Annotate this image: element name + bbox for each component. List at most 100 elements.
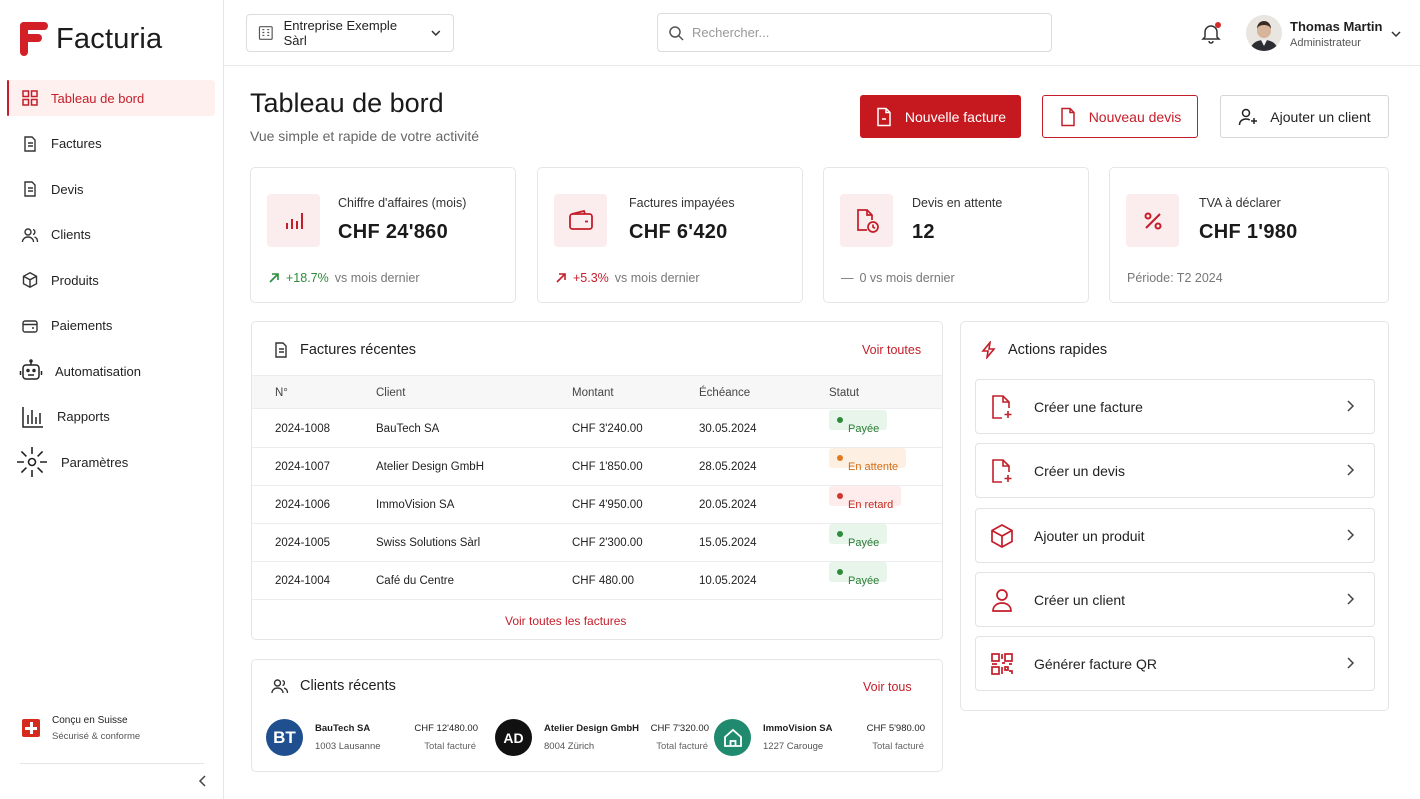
sidebar-item-produits[interactable]: Produits bbox=[7, 262, 215, 298]
stat-card-unpaid: Factures impayées CHF 6'420 +5.3% vs moi… bbox=[537, 167, 803, 303]
col-amount[interactable]: Montant bbox=[572, 376, 614, 410]
search-input[interactable] bbox=[692, 25, 1032, 40]
client-initials: BT bbox=[273, 727, 296, 747]
wallet-icon bbox=[22, 319, 38, 333]
lightning-icon bbox=[981, 341, 996, 359]
user-name[interactable]: Thomas Martin bbox=[1290, 19, 1382, 34]
view-all-invoices-link[interactable]: Voir toutes bbox=[862, 343, 921, 357]
client-city: 8004 Zürich bbox=[544, 741, 595, 752]
page-subtitle: Vue simple et rapide de votre activité bbox=[250, 128, 480, 144]
new-quote-label: Nouveau devis bbox=[1088, 108, 1182, 125]
panel-title-text: Factures récentes bbox=[300, 342, 417, 358]
client-city: 1003 Lausanne bbox=[315, 741, 381, 752]
quick-actions-panel: Actions rapides Créer une facture Créer … bbox=[960, 321, 1389, 711]
building-icon bbox=[258, 26, 273, 40]
status-badge: En retard bbox=[829, 486, 902, 511]
sidebar-item-label: Clients bbox=[51, 227, 91, 242]
sidebar-item-devis[interactable]: Devis bbox=[7, 171, 215, 207]
client-card[interactable]: BT BauTech SA 1003 Lausanne CHF 12'480.0… bbox=[266, 717, 478, 757]
document-icon bbox=[24, 135, 36, 152]
page-title: Tableau de bord bbox=[250, 88, 444, 118]
wallet-icon bbox=[568, 209, 593, 230]
sidebar-item-automatisation[interactable]: Automatisation bbox=[7, 353, 215, 389]
table-row[interactable]: 2024-1008 BauTech SA CHF 3'240.00 30.05.… bbox=[252, 410, 942, 448]
stat-icon-box bbox=[267, 194, 320, 247]
user-avatar[interactable] bbox=[1246, 15, 1282, 51]
company-selector[interactable]: Entreprise Exemple Sàrl bbox=[246, 14, 454, 52]
col-status[interactable]: Statut bbox=[829, 376, 859, 410]
chevron-left-icon[interactable] bbox=[196, 774, 210, 788]
client-name: BauTech SA bbox=[315, 723, 371, 734]
client-total: CHF 7'320.00 bbox=[650, 723, 709, 734]
col-client[interactable]: Client bbox=[376, 376, 405, 410]
sidebar-item-tableau-de-bord[interactable]: Tableau de bord bbox=[7, 80, 215, 116]
client-total-label: Total facturé bbox=[872, 741, 924, 752]
invoice-client: Swiss Solutions Sàrl bbox=[376, 537, 481, 549]
sidebar-item-clients[interactable]: Clients bbox=[7, 217, 215, 253]
stat-footer: +5.3% vs mois dernier bbox=[555, 271, 700, 285]
view-all-clients-link[interactable]: Voir tous bbox=[863, 680, 912, 694]
user-icon bbox=[992, 588, 1012, 612]
client-card[interactable]: ImmoVision SA 1227 Carouge CHF 5'980.00 … bbox=[714, 717, 925, 757]
stat-icon-box bbox=[840, 194, 893, 247]
stat-delta: +18.7% bbox=[286, 271, 329, 285]
invoice-due: 28.05.2024 bbox=[699, 461, 757, 473]
client-total-label: Total facturé bbox=[656, 741, 708, 752]
view-all-invoices-footer-link[interactable]: Voir toutes les factures bbox=[505, 614, 626, 628]
table-row[interactable]: 2024-1007 Atelier Design GmbH CHF 1'850.… bbox=[252, 448, 942, 486]
recent-clients-title: Clients récents bbox=[270, 677, 396, 695]
client-avatar bbox=[714, 719, 751, 756]
chevron-right-icon bbox=[1347, 593, 1355, 605]
quick-action-qr-invoice[interactable]: Générer facture QR bbox=[975, 636, 1375, 691]
panel-title-text: Clients récents bbox=[300, 678, 396, 694]
client-card[interactable]: AD Atelier Design GmbH 8004 Zürich CHF 7… bbox=[495, 717, 709, 757]
app-logo[interactable]: Facturia bbox=[20, 22, 162, 56]
quick-action-add-product[interactable]: Ajouter un produit bbox=[975, 508, 1375, 563]
grid-icon bbox=[22, 90, 38, 106]
sidebar-item-label: Devis bbox=[51, 181, 84, 197]
invoice-number: 2024-1005 bbox=[275, 537, 330, 549]
sidebar-item-label: Paramètres bbox=[61, 454, 129, 470]
robot-icon bbox=[19, 359, 43, 380]
add-client-label: Ajouter un client bbox=[1270, 108, 1371, 125]
table-row[interactable]: 2024-1005 Swiss Solutions Sàrl CHF 2'300… bbox=[252, 524, 942, 562]
stat-compare: vs mois dernier bbox=[614, 271, 700, 285]
notification-dot bbox=[1215, 22, 1221, 28]
quick-action-create-quote[interactable]: Créer un devis bbox=[975, 443, 1375, 498]
table-row[interactable]: 2024-1006 ImmoVision SA CHF 4'950.00 20.… bbox=[252, 486, 942, 524]
sidebar-item-rapports[interactable]: Rapports bbox=[7, 399, 215, 435]
recent-clients-panel: Clients récents Voir tous BT BauTech SA … bbox=[251, 659, 943, 772]
sidebar-item-factures[interactable]: Factures bbox=[7, 126, 215, 162]
stat-value: 12 bbox=[912, 221, 935, 243]
facturia-logo-icon bbox=[20, 22, 48, 56]
invoice-client: Atelier Design GmbH bbox=[376, 461, 485, 473]
swiss-made-badge: Conçu en Suisse Sécurisé & conforme bbox=[22, 714, 140, 742]
sidebar-item-parametres[interactable]: Paramètres bbox=[7, 444, 215, 480]
chevron-down-icon[interactable] bbox=[1390, 28, 1402, 40]
sidebar-item-paiements[interactable]: Paiements bbox=[7, 308, 215, 344]
sidebar-nav: Tableau de bord Factures Devis Clients P… bbox=[7, 80, 215, 490]
invoice-due: 20.05.2024 bbox=[699, 499, 757, 511]
sidebar: Facturia Tableau de bord Factures Devis … bbox=[0, 0, 224, 799]
stat-label: Devis en attente bbox=[912, 196, 1003, 210]
quick-action-create-client[interactable]: Créer un client bbox=[975, 572, 1375, 627]
client-total-label: Total facturé bbox=[424, 741, 476, 752]
stat-value: CHF 1'980 bbox=[1199, 221, 1298, 243]
search-bar bbox=[657, 13, 1052, 52]
invoice-due: 15.05.2024 bbox=[699, 537, 757, 549]
new-quote-button[interactable]: Nouveau devis bbox=[1042, 95, 1198, 138]
quick-action-create-invoice[interactable]: Créer une facture bbox=[975, 379, 1375, 434]
sidebar-divider bbox=[20, 763, 204, 764]
stat-delta: +5.3% bbox=[573, 271, 609, 285]
add-client-button[interactable]: Ajouter un client bbox=[1220, 95, 1389, 138]
invoice-amount: CHF 2'300.00 bbox=[572, 537, 643, 549]
invoice-amount: CHF 480.00 bbox=[572, 575, 635, 587]
new-invoice-button[interactable]: Nouvelle facture bbox=[860, 95, 1021, 138]
table-row[interactable]: 2024-1004 Café du Centre CHF 480.00 10.0… bbox=[252, 562, 942, 600]
client-total: CHF 5'980.00 bbox=[866, 723, 925, 734]
document-icon bbox=[1060, 107, 1075, 126]
notifications-button[interactable] bbox=[1200, 22, 1222, 44]
status-badge: Payée bbox=[829, 410, 888, 435]
col-due[interactable]: Échéance bbox=[699, 376, 750, 410]
col-number[interactable]: N° bbox=[275, 376, 288, 410]
